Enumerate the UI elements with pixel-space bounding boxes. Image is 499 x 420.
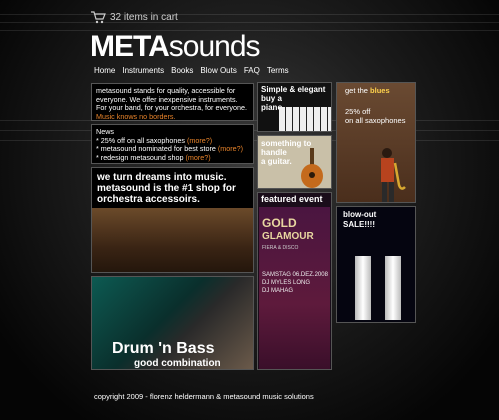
- featured-event[interactable]: featured event GOLD GLAMOUR FIERA & DISC…: [257, 192, 332, 370]
- blowout-sale[interactable]: blow-out SALE!!!!: [336, 206, 416, 323]
- nav-terms[interactable]: Terms: [267, 66, 289, 75]
- featured-event-title: featured event: [261, 194, 323, 204]
- about-text: metasound stands for quality, accessible…: [96, 86, 248, 112]
- drum-n-bass-banner[interactable]: Drum 'n Bass good combination: [91, 276, 254, 370]
- blues-promo[interactable]: get the blues 25% off on all saxophones: [336, 82, 416, 203]
- light-bar-right: [385, 256, 401, 320]
- orchestra-banner-text: we turn dreams into music. metasound is …: [97, 172, 236, 205]
- piano-keys-image: [279, 107, 331, 131]
- light-bar-left: [355, 256, 371, 320]
- staff-line: [0, 22, 499, 23]
- poster-gold: GOLD: [262, 216, 297, 230]
- cart-count-text: 32 items in cart: [110, 11, 178, 23]
- drum-banner-subtitle: good combination: [134, 358, 221, 369]
- poster-tagline: FIERA & DISCO: [262, 245, 299, 251]
- guitar-promo[interactable]: something to handle a guitar.: [257, 135, 332, 189]
- nav-home[interactable]: Home: [94, 66, 115, 75]
- blues-offer: 25% off on all saxophones: [345, 107, 406, 125]
- news-item: * redesign metasound shop (more?): [96, 152, 211, 162]
- blowout-text: blow-out SALE!!!!: [343, 210, 377, 229]
- about-box: metasound stands for quality, accessible…: [91, 83, 254, 121]
- concert-hall-image: [92, 208, 253, 272]
- logo-light: sounds: [168, 30, 261, 63]
- guitar-promo-text: something to handle a guitar.: [261, 139, 312, 166]
- staff-line: [0, 14, 499, 15]
- poster-glamour: GLAMOUR: [262, 231, 314, 242]
- nav-blow-outs[interactable]: Blow Outs: [200, 66, 236, 75]
- logo-bold: META: [90, 30, 170, 63]
- poster-details: SAMSTAG 06.DEZ.2008 DJ MYLES LONG DJ MAH…: [262, 272, 328, 294]
- about-highlight: Music knows no borders.: [96, 111, 176, 121]
- drum-banner-title: Drum 'n Bass: [112, 340, 215, 357]
- cart-icon: [91, 11, 106, 24]
- nav-faq[interactable]: FAQ: [244, 66, 260, 75]
- blues-title: get the blues: [345, 86, 390, 95]
- piano-promo[interactable]: Simple & elegant buy a piano: [257, 82, 332, 132]
- event-poster: GOLD GLAMOUR FIERA & DISCO SAMSTAG 06.DE…: [259, 207, 330, 369]
- nav-instruments[interactable]: Instruments: [122, 66, 164, 75]
- main-nav: Home Instruments Books Blow Outs FAQ Ter…: [94, 66, 289, 75]
- saxophonist-image: [381, 148, 406, 202]
- orchestra-banner[interactable]: we turn dreams into music. metasound is …: [91, 167, 254, 273]
- nav-books[interactable]: Books: [171, 66, 193, 75]
- copyright-footer: copyright 2009 - florenz heldermann & me…: [94, 392, 314, 401]
- more-link[interactable]: (more?): [218, 144, 243, 153]
- site-logo[interactable]: METAsounds: [90, 30, 261, 63]
- more-link[interactable]: (more?): [186, 153, 211, 162]
- news-box: News * 25% off on all saxophones (more?)…: [91, 124, 254, 164]
- cart-status[interactable]: 32 items in cart: [90, 10, 178, 24]
